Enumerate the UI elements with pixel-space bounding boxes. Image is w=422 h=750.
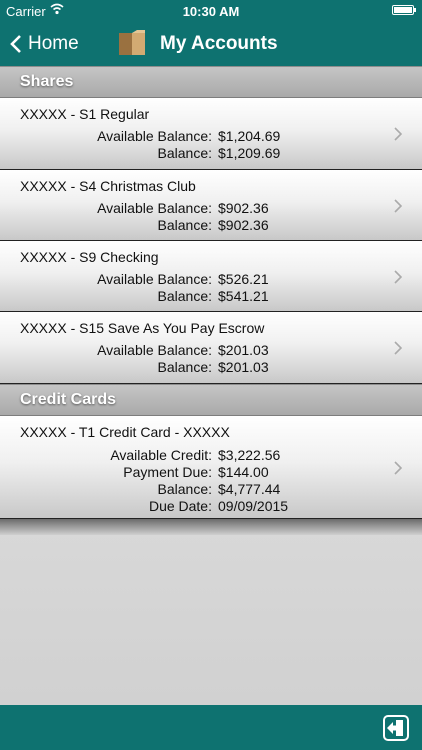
balance-line: Balance: $201.03 [0,359,422,376]
account-row[interactable]: XXXXX - S4 Christmas Club Available Bala… [0,170,422,241]
logout-icon[interactable] [382,714,410,742]
chevron-right-icon [394,127,402,141]
chevron-right-icon [394,199,402,213]
line-label: Balance: [157,217,212,233]
balance-line: Available Credit: $3,222.56 [0,447,422,464]
line-label: Available Balance: [97,128,212,144]
line-label: Available Credit: [110,447,212,463]
chevron-right-icon [394,270,402,284]
line-label: Balance: [157,288,212,304]
line-value: $526.21 [218,271,269,287]
line-value: $3,222.56 [218,447,281,463]
balance-line: Balance: $1,209.69 [0,145,422,162]
line-label: Available Balance: [97,342,212,358]
chevron-right-icon [394,341,402,355]
wallet-icon [119,30,145,55]
section-header-shares: Shares [0,66,422,98]
balance-line: Available Balance: $201.03 [0,342,422,359]
battery-icon [392,5,416,15]
section-title: Credit Cards [20,391,117,408]
account-row[interactable]: XXXXX - T1 Credit Card - XXXXX Available… [0,416,422,519]
list-footer-shadow [0,519,422,535]
chevron-left-icon [10,35,21,53]
line-value: $541.21 [218,288,269,304]
line-value: $201.03 [218,359,269,375]
line-label: Balance: [157,359,212,375]
account-title: XXXXX - T1 Credit Card - XXXXX [20,424,230,440]
page-title: My Accounts [160,33,278,54]
account-row[interactable]: XXXXX - S15 Save As You Pay Escrow Avail… [0,312,422,384]
bottom-toolbar [0,705,422,750]
line-value: 09/09/2015 [218,498,289,514]
account-title: XXXXX - S9 Checking [20,249,159,265]
balance-line: Due Date: 09/09/2015 [0,498,422,515]
account-title: XXXXX - S4 Christmas Club [20,178,196,194]
account-title: XXXXX - S1 Regular [20,106,150,122]
line-label: Available Balance: [97,200,212,216]
line-value: $902.36 [218,200,269,216]
account-title: XXXXX - S15 Save As You Pay Escrow [20,320,265,336]
chevron-right-icon [394,461,402,475]
balance-line: Available Balance: $1,204.69 [0,128,422,145]
line-label: Due Date: [148,498,212,514]
line-label: Payment Due: [123,464,212,480]
nav-bar: Home My Accounts [0,22,422,66]
line-value: $1,209.69 [218,145,281,161]
balance-line: Available Balance: $902.36 [0,200,422,217]
status-bar: Carrier 10:30 AM [0,0,422,22]
balance-line: Available Balance: $526.21 [0,271,422,288]
section-title: Shares [20,73,74,90]
line-value: $1,204.69 [218,128,281,144]
back-button[interactable]: Home [10,22,79,66]
line-label: Balance: [157,145,212,161]
line-label: Balance: [157,481,212,497]
line-value: $144.00 [218,464,269,480]
balance-line: Balance: $902.36 [0,217,422,234]
balance-line: Balance: $4,777.44 [0,481,422,498]
balance-line: Payment Due: $144.00 [0,464,422,481]
line-label: Available Balance: [97,271,212,287]
balance-line: Balance: $541.21 [0,288,422,305]
account-row[interactable]: XXXXX - S1 Regular Available Balance: $1… [0,98,422,170]
back-label: Home [28,33,79,54]
line-value: $4,777.44 [218,481,281,497]
section-header-credit-cards: Credit Cards [0,384,422,416]
line-value: $902.36 [218,217,269,233]
account-row[interactable]: XXXXX - S9 Checking Available Balance: $… [0,241,422,312]
clock: 10:30 AM [182,4,240,19]
line-value: $201.03 [218,342,269,358]
